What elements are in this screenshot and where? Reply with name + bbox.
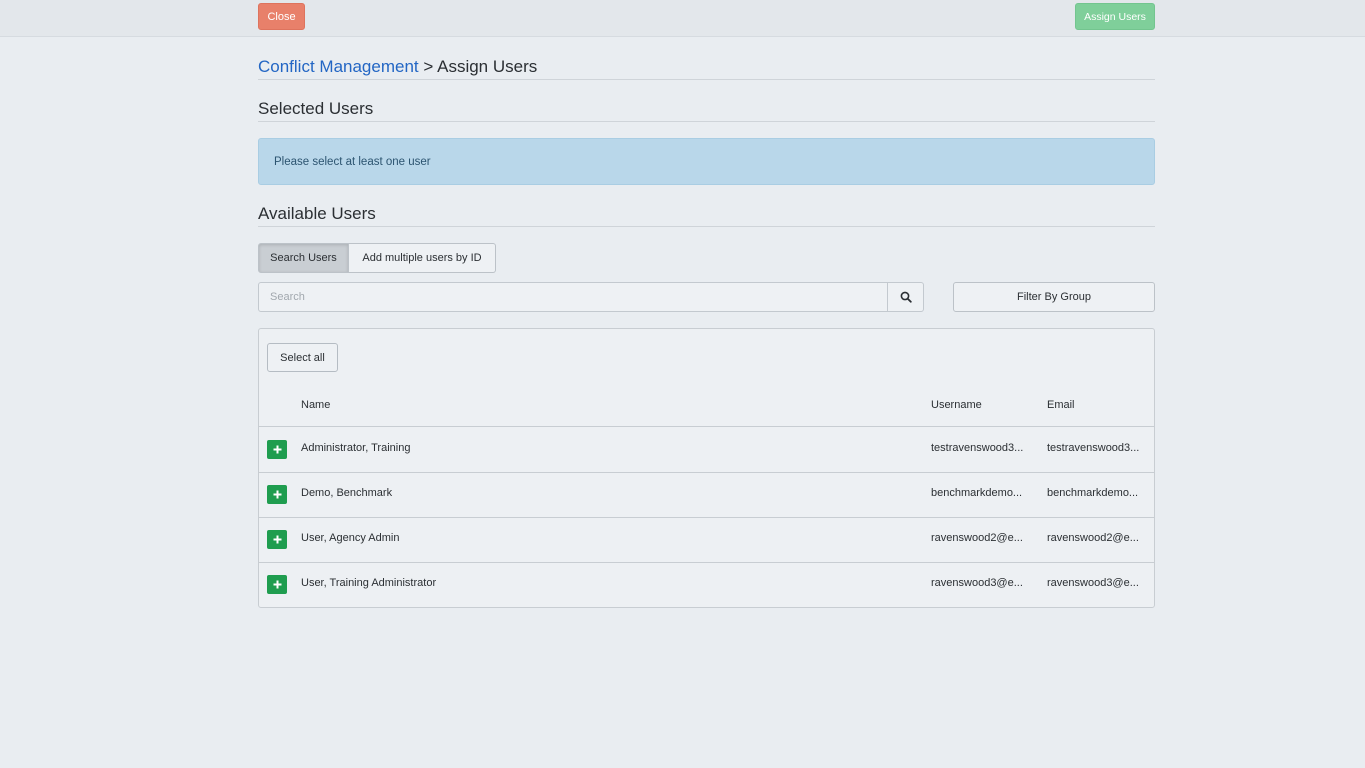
user-email: benchmarkdemo...	[1047, 487, 1139, 499]
user-name: User, Agency Admin	[301, 532, 400, 544]
selection-alert-text: Please select at least one user	[274, 155, 431, 168]
plus-icon	[273, 490, 281, 499]
table-row: User, Training Administrator ravenswood3…	[259, 563, 1154, 608]
table-header: Name Username Email	[259, 395, 1154, 427]
selection-alert: Please select at least one user	[258, 138, 1155, 185]
table-row: User, Agency Admin ravenswood2@e... rave…	[259, 518, 1154, 563]
available-users-heading: Available Users	[258, 204, 1155, 227]
user-email: ravenswood3@e...	[1047, 577, 1139, 589]
search-group	[258, 282, 924, 312]
close-button[interactable]: Close	[258, 3, 305, 30]
add-user-button[interactable]	[267, 440, 287, 459]
tab-add-multiple-users[interactable]: Add multiple users by ID	[349, 243, 496, 273]
top-toolbar: Close Assign Users	[0, 0, 1365, 37]
column-header-name: Name	[301, 399, 331, 411]
table-row: Demo, Benchmark benchmarkdemo... benchma…	[259, 473, 1154, 518]
breadcrumb-current: Assign Users	[437, 57, 538, 76]
user-username: ravenswood2@e...	[931, 532, 1023, 544]
user-username: benchmarkdemo...	[931, 487, 1023, 499]
plus-icon	[273, 445, 281, 454]
breadcrumb: Conflict Management > Assign Users	[258, 57, 1155, 80]
add-user-button[interactable]	[267, 485, 287, 504]
user-source-tabs: Search Users Add multiple users by ID	[258, 243, 496, 273]
user-username: testravenswood3...	[931, 442, 1024, 454]
user-email: ravenswood2@e...	[1047, 532, 1139, 544]
available-users-table: Select all Name Username Email Administr…	[258, 328, 1155, 608]
add-user-button[interactable]	[267, 575, 287, 594]
selected-users-heading: Selected Users	[258, 99, 1155, 122]
user-name: Demo, Benchmark	[301, 487, 393, 499]
select-all-button[interactable]: Select all	[267, 343, 338, 372]
add-user-button[interactable]	[267, 530, 287, 549]
assign-users-button[interactable]: Assign Users	[1075, 3, 1155, 30]
column-header-email: Email	[1047, 399, 1075, 411]
user-name: User, Training Administrator	[301, 577, 437, 589]
plus-icon	[273, 580, 281, 589]
tab-search-users[interactable]: Search Users	[258, 243, 349, 273]
column-header-username: Username	[931, 399, 982, 411]
breadcrumb-separator: >	[423, 57, 434, 76]
search-input[interactable]	[258, 282, 888, 312]
user-username: ravenswood3@e...	[931, 577, 1023, 589]
table-row: Administrator, Training testravenswood3.…	[259, 428, 1154, 473]
user-name: Administrator, Training	[301, 442, 411, 454]
breadcrumb-link-conflict-management[interactable]: Conflict Management	[258, 57, 419, 76]
search-icon	[900, 291, 912, 303]
user-email: testravenswood3...	[1047, 442, 1140, 454]
search-button[interactable]	[888, 282, 924, 312]
filter-by-group-button[interactable]: Filter By Group	[953, 282, 1155, 312]
plus-icon	[273, 535, 281, 544]
